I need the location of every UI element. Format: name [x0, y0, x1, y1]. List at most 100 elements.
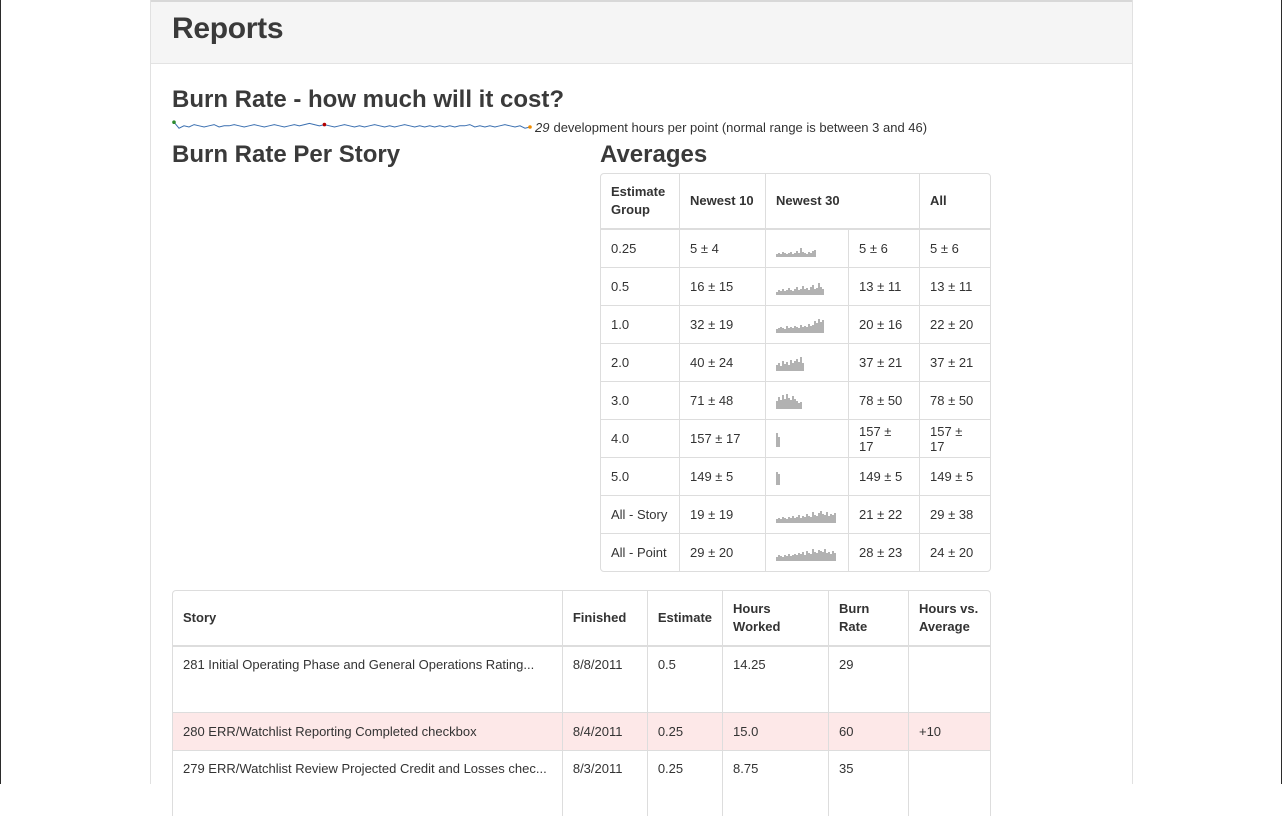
estimate-group-cell: 4.0	[601, 419, 679, 457]
estimate-group-cell: 2.0	[601, 343, 679, 381]
averages-row: 4.0 157 ± 17 157 ± 17 157 ± 17	[601, 419, 990, 457]
newest-10-cell: 40 ± 24	[679, 343, 765, 381]
page-title: Reports	[172, 12, 284, 45]
hours-vs-average-cell: +10	[907, 712, 990, 750]
estimate-cell: 0.25	[646, 712, 723, 750]
burn-rate-cell: 29	[828, 646, 908, 712]
sparkline-start-marker	[172, 120, 176, 124]
hours-vs-average-cell	[907, 646, 990, 712]
burn-rate-summary: 29 development hours per point (normal r…	[172, 118, 927, 136]
burn-sparkbar-chart	[776, 282, 824, 295]
averages-heading: Averages	[600, 141, 708, 168]
newest-10-cell: 32 ± 19	[679, 305, 765, 343]
newest-30-sparkline-cell	[765, 381, 848, 419]
newest-30-cell: 13 ± 11	[848, 267, 919, 305]
estimate-group-cell: 0.25	[601, 229, 679, 267]
story-name-cell: 281 Initial Operating Phase and General …	[173, 646, 562, 712]
newest-30-sparkline-cell	[765, 305, 848, 343]
newest-10-cell: 29 ± 20	[679, 533, 765, 571]
header-finished: Finished	[561, 591, 647, 646]
header-story: Story	[173, 591, 562, 646]
averages-table: Estimate Group Newest 10 Newest 30 All 0…	[601, 174, 990, 571]
burn-rate-heading: Burn Rate - how much will it cost?	[172, 86, 565, 113]
burn-rate-cell: 60	[828, 712, 908, 750]
header-burn-rate: Burn Rate	[828, 591, 908, 646]
burn-sparkbar-chart	[776, 393, 802, 409]
newest-10-cell: 149 ± 5	[679, 457, 765, 495]
hours-vs-average-cell	[907, 750, 990, 816]
burn-sparkbar-chart	[776, 356, 804, 371]
newest-10-cell: 71 ± 48	[679, 381, 765, 419]
finished-cell: 8/8/2011	[561, 646, 647, 712]
header-newest-30: Newest 30	[765, 174, 919, 229]
all-cell: 24 ± 20	[919, 533, 990, 571]
newest-10-cell: 19 ± 19	[679, 495, 765, 533]
averages-row: 0.5 16 ± 15 13 ± 11 13 ± 11	[601, 267, 990, 305]
page-header: Reports	[151, 0, 1132, 64]
all-cell: 157 ± 17	[919, 419, 990, 457]
all-cell: 5 ± 6	[919, 229, 990, 267]
header-estimate: Estimate	[646, 591, 723, 646]
window-left-edge	[0, 0, 1, 784]
estimate-group-cell: All - Point	[601, 533, 679, 571]
burn-rate-per-story-heading: Burn Rate Per Story	[172, 141, 401, 168]
averages-row: All - Story 19 ± 19 21 ± 22 29 ± 38	[601, 495, 990, 533]
newest-30-sparkline-cell	[765, 457, 848, 495]
page-container: Reports Burn Rate - how much will it cos…	[150, 0, 1133, 816]
hours-worked-cell: 8.75	[722, 750, 828, 816]
burn-sparkbar-chart	[776, 318, 824, 333]
newest-30-cell: 37 ± 21	[848, 343, 919, 381]
story-row: 280 ERR/Watchlist Reporting Completed ch…	[173, 712, 990, 750]
averages-row: All - Point 29 ± 20 28 ± 23 24 ± 20	[601, 533, 990, 571]
all-cell: 13 ± 11	[919, 267, 990, 305]
averages-row: 3.0 71 ± 48 78 ± 50 78 ± 50	[601, 381, 990, 419]
newest-10-cell: 5 ± 4	[679, 229, 765, 267]
estimate-group-cell: 5.0	[601, 457, 679, 495]
newest-30-cell: 78 ± 50	[848, 381, 919, 419]
hours-worked-cell: 15.0	[722, 712, 828, 750]
newest-30-sparkline-cell	[765, 229, 848, 267]
burn-rate-value: 29	[535, 119, 550, 135]
estimate-cell: 0.25	[646, 750, 723, 816]
header-hours-vs-average: Hours vs. Average	[907, 591, 990, 646]
finished-cell: 8/3/2011	[561, 750, 647, 816]
averages-row: 0.25 5 ± 4 5 ± 65 ± 6	[601, 229, 990, 267]
stories-table-container: Story Finished Estimate Hours Worked Bur…	[172, 590, 991, 816]
newest-10-cell: 16 ± 15	[679, 267, 765, 305]
burn-sparkbar-chart	[776, 471, 780, 485]
newest-30-cell: 20 ± 16	[848, 305, 919, 343]
averages-row: 2.0 40 ± 24 37 ± 21 37 ± 21	[601, 343, 990, 381]
averages-table-container: Estimate Group Newest 10 Newest 30 All 0…	[600, 173, 991, 572]
burn-sparkbar-chart	[776, 247, 816, 257]
story-name-cell: 280 ERR/Watchlist Reporting Completed ch…	[173, 712, 562, 750]
averages-row: 1.0 32 ± 19 20 ± 16 22 ± 20	[601, 305, 990, 343]
newest-10-cell: 157 ± 17	[679, 419, 765, 457]
newest-30-cell: 157 ± 17	[848, 419, 919, 457]
estimate-group-cell: 3.0	[601, 381, 679, 419]
burn-rate-description: development hours per point (normal rang…	[553, 119, 928, 135]
newest-30-sparkline-cell	[765, 419, 848, 457]
newest-30-sparkline-cell	[765, 343, 848, 381]
story-name-cell: 279 ERR/Watchlist Review Projected Credi…	[173, 750, 562, 816]
hours-worked-cell: 14.25	[722, 646, 828, 712]
burn-rate-line	[173, 121, 531, 129]
header-hours-worked: Hours Worked	[722, 591, 828, 646]
newest-30-cell: 149 ± 5	[848, 457, 919, 495]
newest-30-cell: 28 ± 23	[848, 533, 919, 571]
averages-row: 5.0 149 ± 5 149 ± 5 149 ± 5	[601, 457, 990, 495]
story-row: 281 Initial Operating Phase and General …	[173, 646, 990, 712]
sparkline-end-marker	[528, 125, 532, 129]
all-cell: 149 ± 5	[919, 457, 990, 495]
story-row: 279 ERR/Watchlist Review Projected Credi…	[173, 750, 990, 816]
finished-cell: 8/4/2011	[561, 712, 647, 750]
newest-30-sparkline-cell	[765, 267, 848, 305]
burn-sparkbar-chart	[776, 548, 836, 561]
all-cell: 78 ± 50	[919, 381, 990, 419]
burn-rate-cell: 35	[828, 750, 908, 816]
newest-30-cell: 5 ± 6	[848, 229, 919, 267]
estimate-group-cell: 0.5	[601, 267, 679, 305]
all-cell: 29 ± 38	[919, 495, 990, 533]
stories-table: Story Finished Estimate Hours Worked Bur…	[173, 591, 990, 816]
sparkline-min-marker	[322, 122, 327, 127]
newest-30-cell: 21 ± 22	[848, 495, 919, 533]
